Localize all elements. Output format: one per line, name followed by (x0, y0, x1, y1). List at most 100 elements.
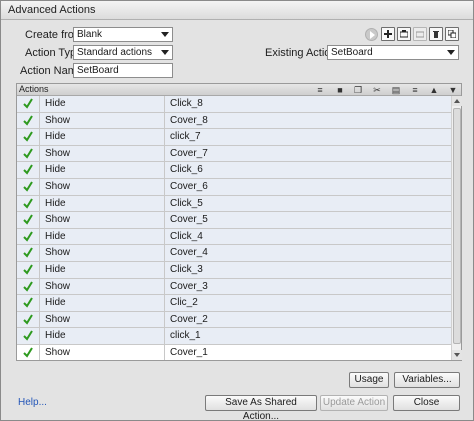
target-cell[interactable]: Cover_8 (164, 112, 451, 129)
close-button[interactable]: Close (393, 395, 460, 411)
action-cell[interactable]: Hide (39, 129, 164, 145)
table-row[interactable]: Hide Clic_2 (17, 295, 451, 312)
target-cell[interactable]: Cover_7 (164, 145, 451, 162)
check-icon[interactable] (23, 164, 33, 175)
chevron-down-icon (447, 50, 455, 55)
action-cell[interactable]: Show (39, 344, 164, 360)
action-cell[interactable]: Show (39, 145, 164, 162)
plus-icon (384, 30, 392, 38)
check-icon[interactable] (23, 131, 33, 142)
export-action-button[interactable] (413, 27, 427, 41)
create-from-select[interactable]: Blank (73, 27, 173, 42)
target-cell[interactable]: Click_8 (164, 96, 451, 112)
target-cell[interactable]: Click_6 (164, 162, 451, 178)
scroll-down-icon[interactable] (452, 350, 462, 360)
action-cell[interactable]: Hide (39, 96, 164, 112)
check-icon[interactable] (23, 198, 33, 209)
preview-play-icon[interactable] (365, 28, 378, 41)
check-icon[interactable] (23, 231, 33, 242)
paste-icon[interactable]: ▤ (391, 85, 401, 95)
table-row[interactable]: Hide Click_4 (17, 228, 451, 246)
target-cell[interactable]: Click_5 (164, 195, 451, 212)
table-row[interactable]: Show Cover_1 (17, 344, 451, 360)
check-icon[interactable] (23, 281, 33, 292)
existing-actions-select[interactable]: SetBoard (327, 45, 459, 60)
target-cell[interactable]: Cover_5 (164, 212, 451, 228)
table-row[interactable]: Show Cover_7 (17, 145, 451, 163)
action-cell[interactable]: Hide (39, 162, 164, 178)
action-cell[interactable]: Show (39, 112, 164, 129)
action-cell[interactable]: Show (39, 278, 164, 295)
action-cell[interactable]: Show (39, 245, 164, 261)
target-cell[interactable]: Cover_4 (164, 245, 451, 261)
trash-icon[interactable]: ■ (335, 85, 345, 95)
export-icon (416, 31, 424, 38)
check-icon[interactable] (23, 115, 33, 126)
trash-icon (433, 31, 439, 38)
duplicate-action-button[interactable] (445, 27, 459, 41)
insert-row-icon[interactable]: ≡ (315, 85, 325, 95)
table-row[interactable]: Show Cover_2 (17, 311, 451, 329)
action-cell[interactable]: Hide (39, 195, 164, 212)
target-cell[interactable]: Cover_2 (164, 311, 451, 328)
check-icon[interactable] (23, 264, 33, 275)
table-row[interactable]: Hide click_1 (17, 328, 451, 345)
advanced-actions-dialog: Advanced Actions Create from: Blank Acti… (0, 0, 474, 421)
check-icon[interactable] (23, 314, 33, 325)
target-cell[interactable]: Cover_1 (164, 344, 451, 360)
window-title: Advanced Actions (8, 4, 96, 16)
scroll-up-icon[interactable] (452, 96, 462, 106)
help-link[interactable]: Help... (18, 397, 47, 408)
import-action-button[interactable] (397, 27, 411, 41)
save-as-shared-action-button[interactable]: Save As Shared Action... (205, 395, 317, 421)
add-action-button[interactable] (381, 27, 395, 41)
action-cell[interactable]: Hide (39, 261, 164, 278)
table-row[interactable]: Show Cover_8 (17, 112, 451, 130)
target-cell[interactable]: Clic_2 (164, 295, 451, 311)
check-icon[interactable] (23, 347, 33, 358)
insert-below-icon[interactable]: ≡ (410, 85, 420, 95)
usage-button[interactable]: Usage (349, 372, 389, 388)
table-row[interactable]: Hide Click_3 (17, 261, 451, 279)
table-row[interactable]: Show Cover_3 (17, 278, 451, 296)
action-cell[interactable]: Show (39, 212, 164, 228)
table-row[interactable]: Show Cover_4 (17, 245, 451, 262)
target-cell[interactable]: click_1 (164, 328, 451, 344)
copy-icon[interactable]: ❐ (353, 85, 363, 95)
table-row[interactable]: Hide click_7 (17, 129, 451, 146)
check-icon[interactable] (23, 297, 33, 308)
cut-icon[interactable]: ✂ (372, 85, 382, 95)
target-cell[interactable]: Cover_3 (164, 278, 451, 295)
duplicate-icon (448, 30, 456, 38)
action-cell[interactable]: Hide (39, 228, 164, 245)
actions-table: Hide Click_8 Show Cover_8 Hide click_7 Show Cov… (17, 96, 451, 360)
table-row[interactable]: Hide Click_8 (17, 96, 451, 113)
target-cell[interactable]: Click_4 (164, 228, 451, 245)
table-row[interactable]: Show Cover_5 (17, 212, 451, 229)
action-cell[interactable]: Show (39, 311, 164, 328)
action-cell[interactable]: Hide (39, 328, 164, 344)
table-row[interactable]: Hide Click_6 (17, 162, 451, 179)
target-cell[interactable]: click_7 (164, 129, 451, 145)
move-down-icon[interactable]: ▼ (448, 85, 458, 95)
target-cell[interactable]: Cover_6 (164, 178, 451, 195)
action-cell[interactable]: Show (39, 178, 164, 195)
action-type-select[interactable]: Standard actions (73, 45, 173, 60)
update-action-button[interactable]: Update Action (320, 395, 388, 411)
check-icon[interactable] (23, 148, 33, 159)
move-up-icon[interactable]: ▲ (429, 85, 439, 95)
table-row[interactable]: Hide Click_5 (17, 195, 451, 213)
check-icon[interactable] (23, 330, 33, 341)
check-icon[interactable] (23, 214, 33, 225)
action-cell[interactable]: Hide (39, 295, 164, 311)
check-icon[interactable] (23, 181, 33, 192)
delete-action-button[interactable] (429, 27, 443, 41)
vertical-scrollbar[interactable] (451, 96, 462, 360)
target-cell[interactable]: Click_3 (164, 261, 451, 278)
scrollbar-thumb[interactable] (453, 108, 461, 344)
action-name-input[interactable]: SetBoard (73, 63, 173, 78)
table-row[interactable]: Show Cover_6 (17, 178, 451, 196)
check-icon[interactable] (23, 247, 33, 258)
check-icon[interactable] (23, 98, 33, 109)
variables-button[interactable]: Variables... (394, 372, 460, 388)
